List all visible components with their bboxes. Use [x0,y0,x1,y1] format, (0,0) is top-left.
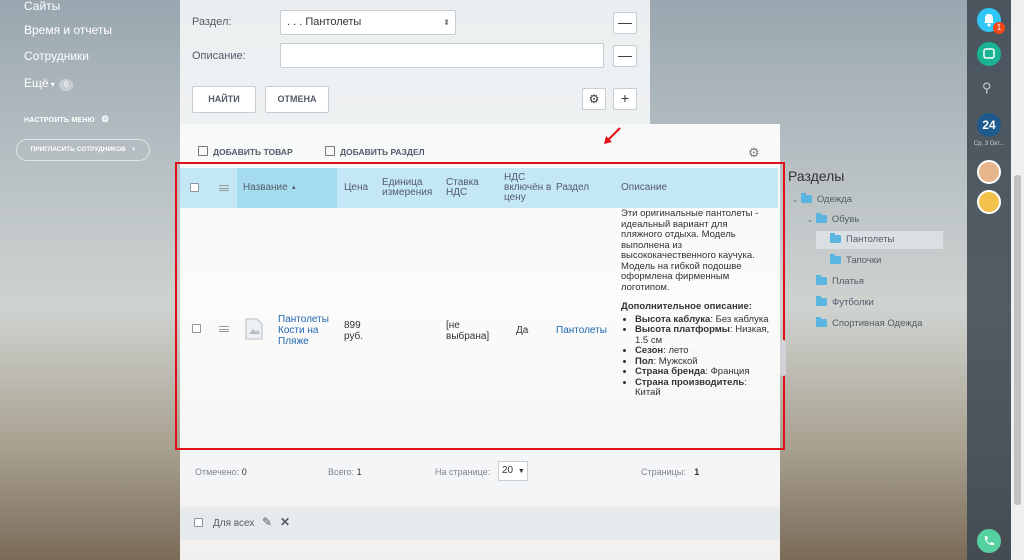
filter-panel: Раздел: . . . Пантолеты ⬍ — Описание: — … [180,0,650,124]
phone-icon[interactable] [977,529,1001,553]
sections-title: Разделы [788,168,845,184]
search-icon[interactable]: ⚲ [982,80,992,96]
menu-item-time-reports[interactable]: Время и отчеты [24,23,112,37]
menu-item-sites[interactable]: Сайты [24,0,60,13]
total-label: Всего: [328,467,355,477]
setup-menu-link[interactable]: НАСТРОИТЬ МЕНЮ ⚙ [24,114,109,125]
setup-menu-label: НАСТРОИТЬ МЕНЮ [24,117,95,124]
more-counter-badge: 6 [58,79,74,91]
gear-icon: ⚙ [588,92,600,106]
folder-icon [830,233,841,243]
pages-info: Страницы: 1 [641,467,699,477]
marked-label: Отмечено: [195,467,240,477]
remove-section-filter-button[interactable]: — [613,12,637,34]
find-button[interactable]: НАЙТИ [192,86,256,113]
plus-icon: + [620,90,630,106]
per-page-select[interactable]: 20 ▼ [498,461,528,481]
panel-resize-handle[interactable] [780,340,786,376]
calendar-date: Ср, 3 Окт... [973,141,1005,147]
left-menu: Сайты Время и отчеты Сотрудники Ещё ▾ 6 Н… [0,0,170,560]
add-section-button[interactable]: ДОБАВИТЬ РАЗДЕЛ [325,146,425,157]
avatar[interactable] [977,190,1001,214]
chevron-down-icon: ⌄ [807,217,813,224]
invite-label: ПРИГЛАСИТЬ СОТРУДНИКОВ [30,146,126,153]
tree-item-odezhda[interactable]: ⌄ Одежда [792,191,852,209]
total-count: Всего: 1 [328,467,362,477]
chevron-down-icon: ▼ [517,468,525,475]
notification-count-badge: 1 [993,22,1005,34]
tree-item-pantolety[interactable]: Пантолеты [816,231,943,249]
tree-item-label: Футболки [832,297,874,308]
group-actions-bar: Для всех ✎ ✕ [180,507,780,540]
tree-item-label: Тапочки [846,255,882,266]
remove-description-filter-button[interactable]: — [613,45,637,67]
chat-icon[interactable] [977,42,1001,66]
gear-icon: ⚙ [101,114,110,124]
document-icon [198,146,208,156]
tree-item-sport[interactable]: Спортивная Одежда [816,315,922,333]
cancel-button[interactable]: ОТМЕНА [265,86,329,113]
highlight-frame [175,162,785,450]
plus-icon: + [131,146,136,153]
chevron-down-icon: ▾ [48,80,55,89]
for-all-label: Для всех [213,518,255,529]
tree-item-label: Платья [832,276,864,287]
folder-icon [800,193,812,203]
add-product-label: ДОБАВИТЬ ТОВАР [213,147,293,157]
total-value: 1 [356,467,362,477]
right-toolbar: 1 ⚲ 24 Ср, 3 Окт... [967,0,1011,560]
folder-icon [815,213,827,223]
red-arrow-annotation-icon [604,127,621,144]
tree-item-platya[interactable]: Платья [816,273,864,291]
section-select-value: . . . Пантолеты [287,16,362,28]
section-filter-label: Раздел: [192,16,232,28]
menu-item-more[interactable]: Ещё ▾ 6 [24,76,74,91]
section-select[interactable]: . . . Пантолеты ⬍ [280,10,456,35]
delete-x-icon[interactable]: ✕ [280,515,290,529]
apply-to-all-checkbox[interactable] [194,518,203,527]
per-page-value: 20 [502,465,514,476]
tree-item-futbolki[interactable]: Футболки [816,294,874,312]
chevron-down-icon: ⌄ [792,197,798,204]
folder-icon [830,254,841,264]
marked-value: 0 [241,467,247,477]
tree-item-label: Спортивная Одежда [832,318,923,329]
tree-item-obuv[interactable]: ⌄ Обувь [807,211,859,229]
marked-count: Отмечено: 0 [195,467,247,477]
invite-employees-button[interactable]: ПРИГЛАСИТЬ СОТРУДНИКОВ + [16,139,150,161]
select-arrows-icon: ⬍ [443,18,450,27]
menu-item-more-label: Ещё [24,76,49,90]
grid-footer: Отмечено: 0 Всего: 1 На странице: 20 ▼ С… [180,455,780,495]
filter-settings-button[interactable]: ⚙ [582,88,606,110]
tree-item-label: Обувь [831,214,860,225]
tree-item-tapochki[interactable]: Тапочки [830,252,881,270]
folder-icon [816,275,827,285]
pages-value[interactable]: 1 [694,467,699,477]
add-filter-field-button[interactable]: + [613,88,637,110]
scrollbar-thumb[interactable] [1014,175,1021,505]
description-input[interactable] [280,43,604,68]
calendar-day-icon[interactable]: 24 [977,113,1001,137]
minus-icon: — [618,14,632,30]
per-page-label: На странице: [435,467,491,477]
add-folder-icon [325,146,335,156]
avatar[interactable] [977,160,1001,184]
tree-item-label: Пантолеты [846,234,895,245]
folder-icon [816,317,827,327]
minus-icon: — [618,47,632,63]
menu-item-employees[interactable]: Сотрудники [24,49,89,63]
add-product-button[interactable]: ДОБАВИТЬ ТОВАР [198,146,293,157]
add-section-label: ДОБАВИТЬ РАЗДЕЛ [340,147,425,157]
pages-label: Страницы: [641,467,686,477]
description-filter-label: Описание: [192,50,246,62]
tree-item-label: Одежда [816,194,852,205]
page-scrollbar[interactable] [1011,0,1024,560]
edit-pencil-icon[interactable]: ✎ [262,515,272,529]
folder-icon [816,296,827,306]
grid-settings-gear-icon[interactable]: ⚙ [748,145,760,161]
